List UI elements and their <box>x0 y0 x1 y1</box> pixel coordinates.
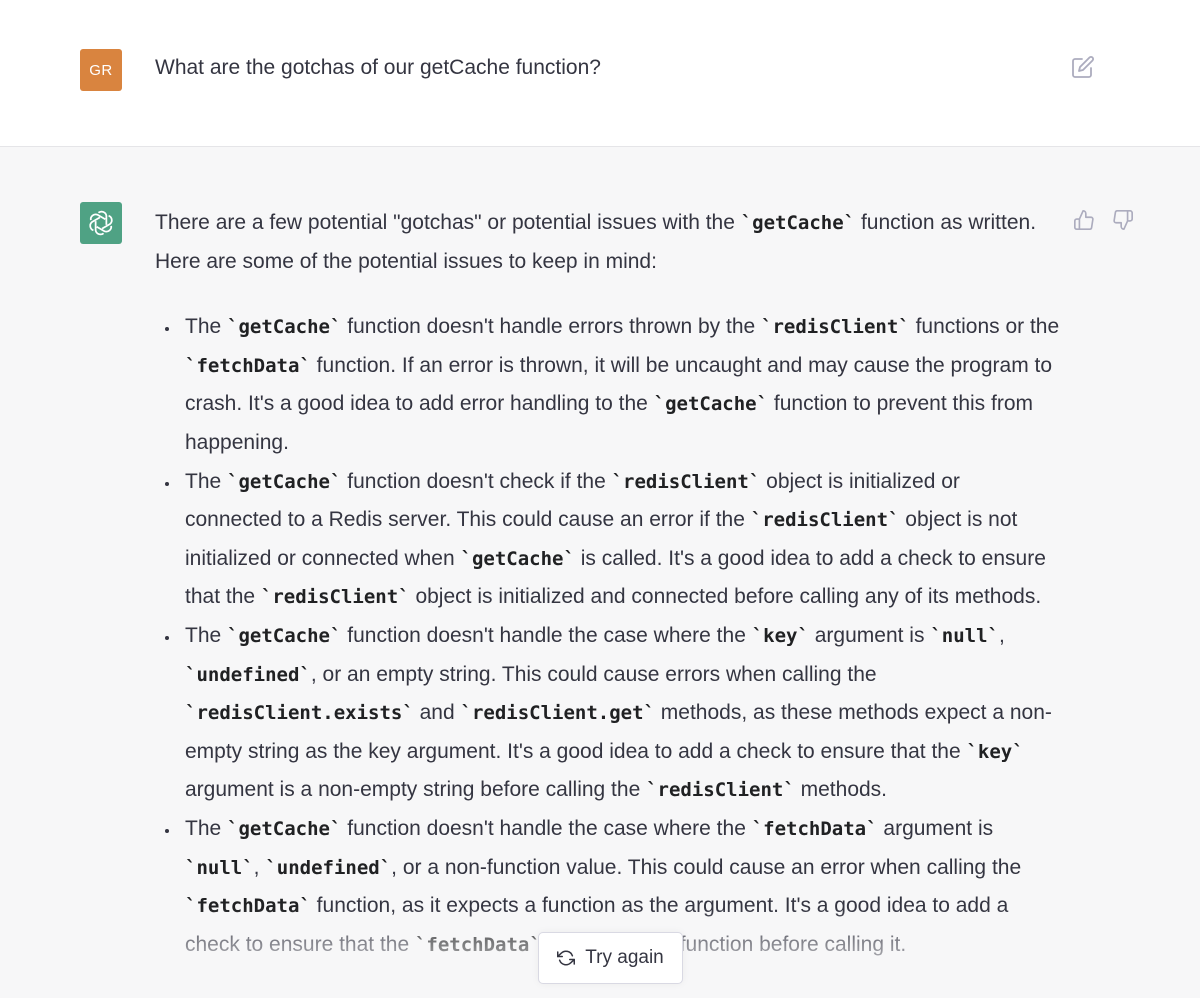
try-again-label: Try again <box>585 947 664 968</box>
avatar-initials: GR <box>89 61 113 79</box>
text-run: function doesn't handle the case where t… <box>341 816 752 840</box>
text-run: There are a few potential "gotchas" or p… <box>155 211 741 234</box>
text-run: , or an empty string. This could cause e… <box>310 662 877 686</box>
inline-code: `redisClient` <box>646 779 795 802</box>
inline-code: `redisClient` <box>260 586 410 609</box>
list-item: The `getCache` function doesn't handle e… <box>165 308 1060 462</box>
inline-code: `redisClient` <box>761 316 910 339</box>
text-run: argument is <box>877 816 994 840</box>
text-run: , or a non-function value. This could ca… <box>391 855 1022 879</box>
user-message-text: What are the gotchas of our getCache fun… <box>155 56 601 79</box>
issues-list: The `getCache` function doesn't handle e… <box>155 308 1060 964</box>
assistant-avatar <box>80 202 122 244</box>
inline-code: `fetchData` <box>414 933 541 956</box>
text-run: argument is <box>808 623 931 647</box>
text-run: function doesn't handle the case where t… <box>341 623 752 647</box>
text-run: argument is a non-empty string before ca… <box>185 778 647 802</box>
inline-code: `fetchData` <box>185 895 311 918</box>
list-item: The `getCache` function doesn't handle t… <box>165 617 1060 810</box>
inline-code: `undefined` <box>185 663 311 686</box>
inline-code: `getCache` <box>460 547 575 570</box>
edit-icon[interactable] <box>1071 55 1095 79</box>
chat-page: GR What are the gotchas of our getCache … <box>0 0 1200 998</box>
assistant-message-row: There are a few potential "gotchas" or p… <box>0 147 1200 998</box>
text-run: object is initialized and connected befo… <box>409 585 1042 609</box>
answer-intro: There are a few potential "gotchas" or p… <box>155 204 1060 281</box>
inline-code: `fetchData` <box>185 354 311 377</box>
inline-code: `key` <box>966 740 1024 763</box>
inline-code: `redisClient` <box>611 470 761 493</box>
list-item: The `getCache` function doesn't check if… <box>165 463 1060 617</box>
inline-code: `null` <box>185 856 254 879</box>
inline-code: `getCache` <box>227 817 342 840</box>
text-run: function doesn't check if the <box>341 469 612 493</box>
text-run: The <box>185 816 228 840</box>
inline-code: `getCache` <box>227 470 342 493</box>
try-again-button[interactable]: Try again <box>538 932 683 984</box>
text-run: The <box>185 469 228 493</box>
text-run: The <box>185 623 228 647</box>
text-run: and <box>413 701 461 725</box>
inline-code: `getCache` <box>227 316 342 339</box>
assistant-answer: There are a few potential "gotchas" or p… <box>155 204 1060 964</box>
refresh-icon <box>557 950 576 966</box>
text-run: function doesn't handle errors thrown by… <box>341 315 762 339</box>
inline-code: `fetchData` <box>751 817 878 840</box>
text-run: methods. <box>794 778 888 802</box>
inline-code: `null` <box>930 624 999 647</box>
inline-code: `undefined` <box>265 856 392 879</box>
inline-code: `key` <box>751 624 809 647</box>
openai-logo-icon <box>89 210 113 236</box>
user-message-row: GR What are the gotchas of our getCache … <box>0 0 1200 147</box>
user-avatar: GR <box>80 49 122 91</box>
text-run: functions or the <box>909 315 1060 339</box>
inline-code: `getCache` <box>227 624 342 647</box>
thumbs-up-icon[interactable] <box>1073 209 1095 231</box>
inline-code: `redisClient.exists` <box>185 702 414 725</box>
inline-code: `getCache` <box>740 212 856 234</box>
text-run: , <box>998 623 1005 647</box>
text-run: The <box>185 315 228 339</box>
thumbs-down-icon[interactable] <box>1112 209 1134 231</box>
inline-code: `redisClient` <box>750 509 900 532</box>
inline-code: `getCache` <box>653 393 769 416</box>
text-run: , <box>253 855 266 879</box>
inline-code: `redisClient.get` <box>460 702 655 725</box>
